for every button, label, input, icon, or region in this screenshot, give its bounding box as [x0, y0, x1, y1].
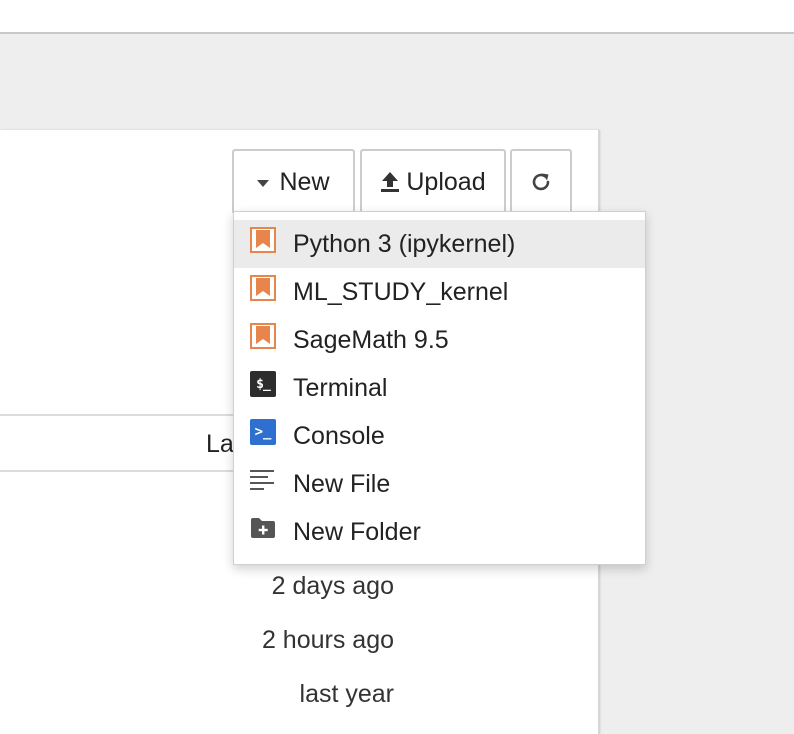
notebook-kernel-icon: [250, 275, 276, 301]
menu-item-new-folder[interactable]: New Folder: [234, 508, 645, 556]
menu-item-new-file[interactable]: New File: [234, 460, 645, 508]
notebook-kernel-icon: [250, 323, 276, 349]
new-folder-icon: [250, 515, 276, 541]
menu-item-label: SageMath 9.5: [293, 325, 449, 354]
menu-item-label: New Folder: [293, 517, 421, 546]
refresh-button[interactable]: [510, 149, 572, 213]
menu-item-sagemath[interactable]: SageMath 9.5: [234, 316, 645, 364]
menu-item-label: Terminal: [293, 373, 388, 402]
menu-item-label: Console: [293, 421, 385, 450]
menu-item-label: New File: [293, 469, 391, 498]
new-button-label: New: [279, 167, 330, 196]
console-icon: >_: [250, 419, 276, 445]
notebook-kernel-icon: [250, 227, 276, 253]
top-strip: [0, 0, 794, 34]
refresh-icon: [532, 173, 550, 191]
new-dropdown-menu: Python 3 (ipykernel) ML_STUDY_kernel Sag…: [233, 211, 646, 565]
caret-down-icon: [257, 179, 270, 187]
modified-time: 2 hours ago: [261, 626, 394, 654]
modified-time: last year: [299, 680, 394, 708]
upload-icon: [381, 172, 400, 192]
menu-item-python3[interactable]: Python 3 (ipykernel): [234, 220, 645, 268]
menu-item-label: Python 3 (ipykernel): [293, 229, 516, 258]
menu-item-console[interactable]: >_ Console: [234, 412, 645, 460]
upload-button-label: Upload: [406, 167, 486, 196]
upload-button[interactable]: Upload: [360, 149, 506, 213]
new-button[interactable]: New: [232, 149, 355, 213]
menu-item-terminal[interactable]: $_ Terminal: [234, 364, 645, 412]
menu-item-label: ML_STUDY_kernel: [293, 277, 509, 306]
menu-item-ml-study-kernel[interactable]: ML_STUDY_kernel: [234, 268, 645, 316]
text-file-icon: [250, 467, 276, 493]
last-modified-header[interactable]: La: [206, 430, 234, 459]
modified-time: 2 days ago: [271, 572, 394, 600]
terminal-icon: $_: [250, 371, 276, 397]
